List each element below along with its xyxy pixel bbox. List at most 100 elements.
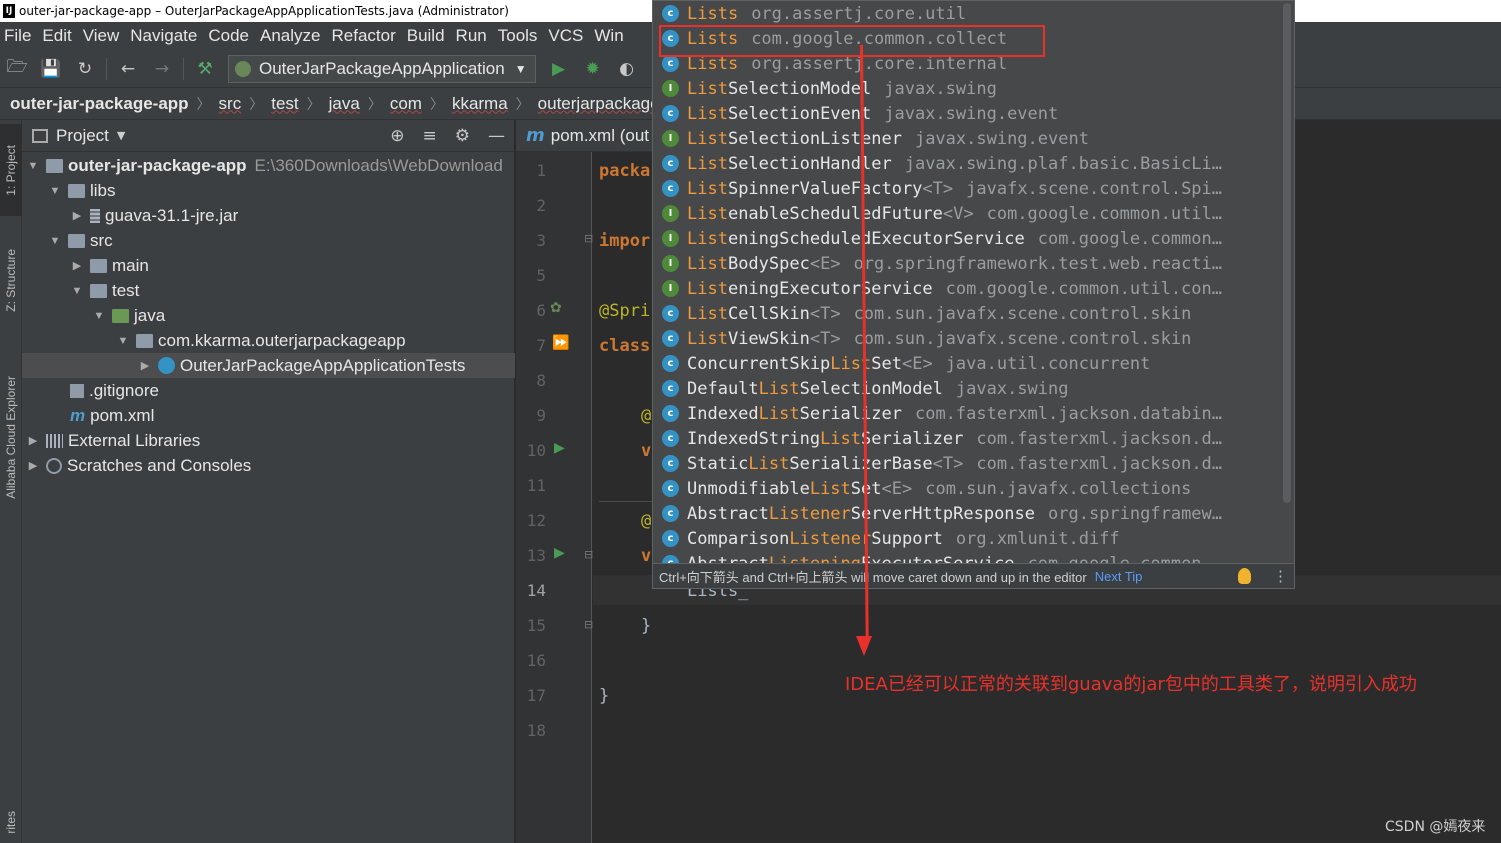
project-path: E:\360Downloads\WebDownload <box>254 155 503 175</box>
menu-view[interactable]: View <box>79 26 127 46</box>
menu-run[interactable]: Run <box>452 26 494 46</box>
tree-item-test-class[interactable]: ▶ OuterJarPackageAppApplicationTests <box>22 353 515 378</box>
completion-item[interactable]: I List BodySpec <E> org.springframework.test… <box>653 251 1281 276</box>
completion-item[interactable]: I List enableScheduledFuture <V> com.google.… <box>653 201 1281 226</box>
completion-item[interactable]: c List CellSkin <T> com.sun.javafx.scene.con… <box>653 301 1281 326</box>
collapse-all-icon[interactable]: ≡ <box>423 126 437 146</box>
gear-icon[interactable]: ⚙ <box>455 126 470 146</box>
build-hammer-icon[interactable]: ⚒ <box>194 58 216 80</box>
tree-item-package[interactable]: ▼ com.kkarma.outerjarpackageapp <box>22 328 515 353</box>
project-panel-title[interactable]: Project <box>56 126 109 146</box>
tool-tab-structure[interactable]: Z: Structure <box>0 230 22 330</box>
hide-minus-icon[interactable]: — <box>488 126 505 146</box>
run-icon[interactable]: ▶ <box>548 58 570 80</box>
menu-build[interactable]: Build <box>403 26 452 46</box>
completion-item[interactable]: c List SpinnerValueFactory <T> javafx.scene.… <box>653 176 1281 201</box>
tree-item-java[interactable]: ▼ java <box>22 303 515 328</box>
collapsed-arrow-icon[interactable]: ▶ <box>26 434 40 447</box>
completion-item[interactable]: I List eningExecutorService com.google.comm… <box>653 276 1281 301</box>
breadcrumb-item-test[interactable]: test <box>271 94 298 114</box>
completion-item[interactable]: c List SelectionEvent javax.swing.event <box>653 101 1281 126</box>
collapsed-arrow-icon[interactable]: ▶ <box>26 459 40 472</box>
tree-item-external-libraries[interactable]: ▶ External Libraries <box>22 428 515 453</box>
completion-item[interactable]: c List SelectionHandler javax.swing.plaf.ba… <box>653 151 1281 176</box>
completion-item[interactable]: c Indexed List Serializer com.fasterxml.jack… <box>653 401 1281 426</box>
breadcrumb-item-com[interactable]: com <box>390 94 422 114</box>
menu-code[interactable]: Code <box>204 26 256 46</box>
breadcrumb-item-kkarma[interactable]: kkarma <box>452 94 508 114</box>
forward-arrow-icon[interactable]: → <box>151 58 173 80</box>
save-icon[interactable]: 💾 <box>40 58 62 80</box>
run-configuration-select[interactable]: OuterJarPackageAppApplication ▼ <box>228 54 536 83</box>
completion-item-name-prefix: Static <box>687 453 749 474</box>
menu-navigate[interactable]: Navigate <box>126 26 204 46</box>
editor-tab-pom[interactable]: pom.xml (out <box>551 126 649 146</box>
completion-item[interactable]: c Static List SerializerBase <T> com.fasterxm… <box>653 451 1281 476</box>
breadcrumb-item-java[interactable]: java <box>329 94 360 114</box>
completion-item[interactable]: c Comparison Listener Support org.xmlunit.di… <box>653 526 1281 551</box>
code-line-10: v <box>641 441 652 461</box>
menu-analyze[interactable]: Analyze <box>256 26 327 46</box>
collapsed-arrow-icon[interactable]: ▶ <box>70 259 84 272</box>
expanded-arrow-icon[interactable]: ▼ <box>48 185 62 197</box>
tool-tab-alibaba-cloud-explorer[interactable]: Alibaba Cloud Explorer <box>0 352 22 522</box>
sync-icon[interactable]: ↻ <box>74 58 96 80</box>
open-folder-icon[interactable]: 🗁 <box>6 57 28 80</box>
menu-window[interactable]: Win <box>590 26 630 46</box>
menu-file[interactable]: File <box>0 26 38 46</box>
chevron-down-icon[interactable]: ▼ <box>117 129 125 142</box>
menu-refactor[interactable]: Refactor <box>327 26 402 46</box>
completion-item[interactable]: I List eningScheduledExecutorService com.go… <box>653 226 1281 251</box>
back-arrow-icon[interactable]: ← <box>117 58 139 80</box>
more-options-icon[interactable]: ⋮ <box>1273 567 1288 585</box>
expanded-arrow-icon[interactable]: ▼ <box>116 335 130 347</box>
tree-item-pom[interactable]: m pom.xml <box>22 403 515 428</box>
tree-item-gitignore[interactable]: .gitignore <box>22 378 515 403</box>
completion-item[interactable]: c List ViewSkin <T> com.sun.javafx.scene.con… <box>653 326 1281 351</box>
expanded-arrow-icon[interactable]: ▼ <box>48 235 62 247</box>
expanded-arrow-icon[interactable]: ▼ <box>92 310 106 322</box>
collapsed-arrow-icon[interactable]: ▶ <box>138 359 152 372</box>
completion-item[interactable]: I List SelectionModel javax.swing <box>653 76 1281 101</box>
expanded-arrow-icon[interactable]: ▼ <box>26 160 40 172</box>
completion-item[interactable]: c ConcurrentSkip List Set <E> java.util.concu… <box>653 351 1281 376</box>
line-number: 10 <box>526 441 546 460</box>
tree-item-project-root[interactable]: ▼ outer-jar-package-app E:\360Downloads\… <box>22 153 515 178</box>
tree-item-main[interactable]: ▶ main <box>22 253 515 278</box>
run-test-icon[interactable]: ▶ <box>554 545 565 561</box>
completion-item[interactable]: c IndexedString List Serializer com.fasterxm… <box>653 426 1281 451</box>
completion-item[interactable]: c Default List SelectionModel javax.swing <box>653 376 1281 401</box>
fold-icon[interactable]: ⊟ <box>584 232 593 245</box>
locate-target-icon[interactable]: ⊕ <box>390 126 404 146</box>
completion-item-name-suffix: Serializer <box>861 428 964 449</box>
run-with-coverage-icon[interactable]: ◐ <box>616 58 638 80</box>
lightbulb-icon[interactable] <box>1238 568 1251 584</box>
expanded-arrow-icon[interactable]: ▼ <box>70 285 84 297</box>
breadcrumb-item-src[interactable]: src <box>219 94 242 114</box>
completion-item[interactable]: c Lists org.assertj.core.util <box>653 1 1281 26</box>
menu-edit[interactable]: Edit <box>38 26 78 46</box>
menu-tools[interactable]: Tools <box>494 26 545 46</box>
tree-item-src[interactable]: ▼ src <box>22 228 515 253</box>
completion-scrollbar[interactable] <box>1283 3 1291 503</box>
completion-item[interactable]: cUnmodifiableListSet<E>com.sun.javafx.co… <box>653 476 1281 501</box>
breadcrumb-item-project[interactable]: outer-jar-package-app <box>10 94 189 114</box>
tool-tab-project[interactable]: 1: Project <box>0 124 22 216</box>
completion-item[interactable]: I List SelectionListener javax.swing.event <box>653 126 1281 151</box>
class-icon: c <box>662 155 679 172</box>
spring-bean-icon[interactable]: ✿ <box>550 300 562 316</box>
debug-bug-icon[interactable]: ✹ <box>582 58 604 80</box>
tree-item-libs[interactable]: ▼ libs <box>22 178 515 203</box>
run-test-icon[interactable]: ▶ <box>554 440 565 456</box>
completion-item[interactable]: c Abstract Listener ServerHttpResponse org.s… <box>653 501 1281 526</box>
run-class-icon[interactable]: ⏩ <box>552 335 569 351</box>
menu-vcs[interactable]: VCS <box>544 26 590 46</box>
tree-item-guava-jar[interactable]: ▶ guava-31.1-jre.jar <box>22 203 515 228</box>
fold-icon[interactable]: ⊟ <box>584 548 593 561</box>
next-tip-link[interactable]: Next Tip <box>1095 569 1143 584</box>
fold-icon[interactable]: ⊟ <box>584 618 593 631</box>
tree-item-test[interactable]: ▼ test <box>22 278 515 303</box>
tool-tab-favorites[interactable]: rites <box>0 802 22 842</box>
collapsed-arrow-icon[interactable]: ▶ <box>70 209 84 222</box>
tree-item-scratches[interactable]: ▶ Scratches and Consoles <box>22 453 515 478</box>
